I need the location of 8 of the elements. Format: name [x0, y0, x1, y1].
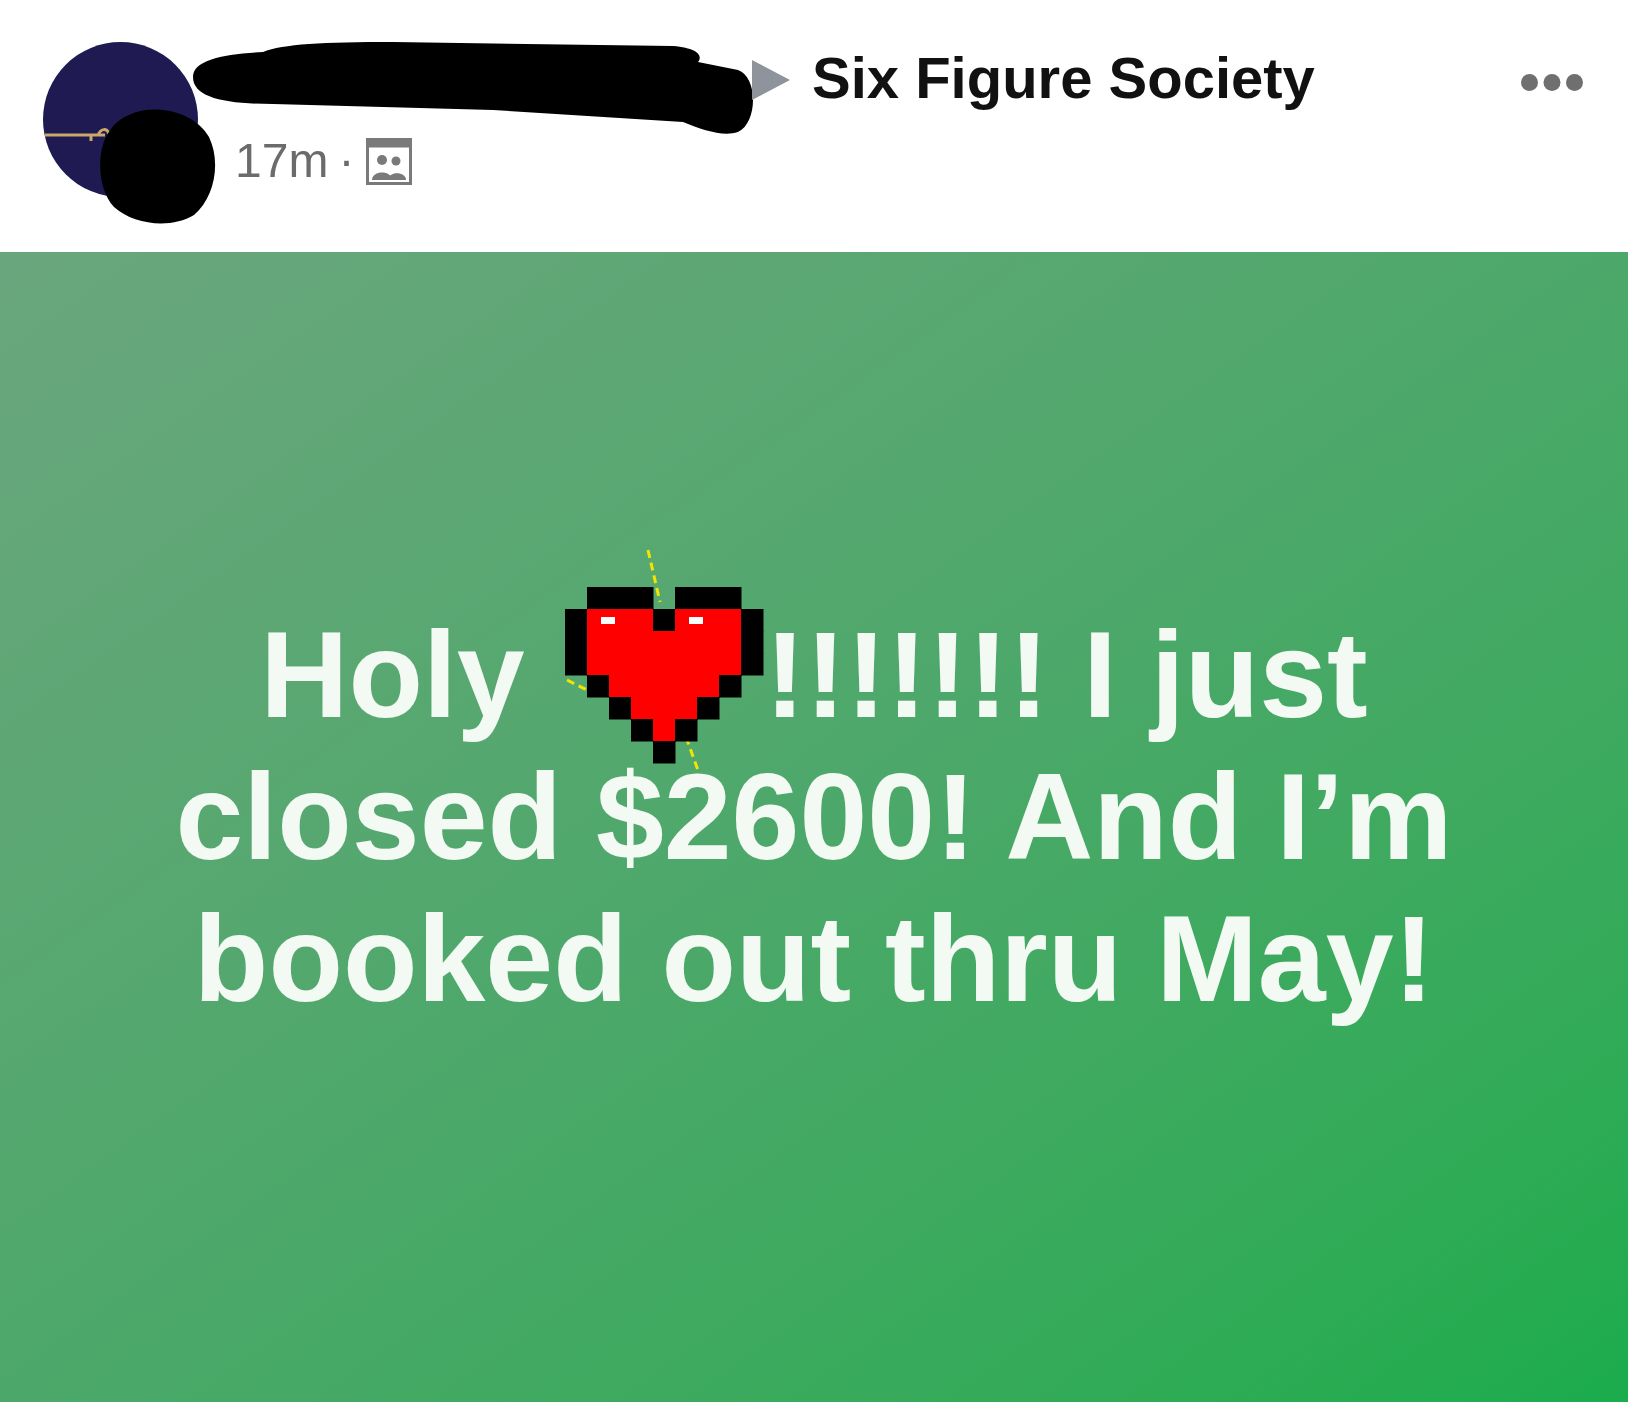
- more-options-icon[interactable]: [1521, 74, 1583, 91]
- post-text: booked out thru May!: [193, 890, 1435, 1029]
- post-text: Holy: [260, 606, 525, 745]
- post-text: !!!!!!! I just: [764, 606, 1368, 745]
- post-text: closed $2600! And I’m: [175, 748, 1453, 887]
- group-icon: [366, 137, 413, 185]
- post-time-link[interactable]: 17m: [235, 137, 329, 185]
- separator-dot: ·: [338, 137, 355, 185]
